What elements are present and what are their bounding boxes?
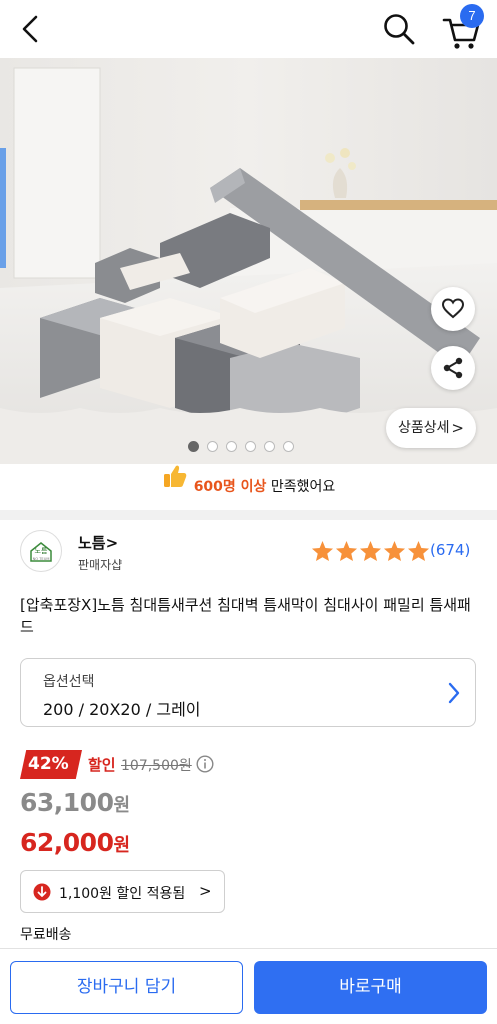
seller-type: 판매자샵 [78, 558, 123, 572]
product-image-carousel[interactable]: 상품상세 > [0, 58, 497, 464]
carousel-dot[interactable] [245, 441, 256, 452]
arrow-down-circle-icon [33, 883, 51, 901]
discount-label: 할인 [88, 756, 116, 774]
seller-logo-text: 노틈 [35, 547, 48, 555]
heart-icon [441, 298, 465, 319]
share-icon [443, 357, 463, 379]
seller-name-link[interactable]: 노틈> [78, 532, 118, 553]
seller-logo-subtext: NO TEUM [33, 557, 50, 561]
final-price-value: 62,000 [20, 828, 114, 857]
option-select[interactable]: 옵션선택 200 / 20X20 / 그레이 [20, 658, 476, 727]
share-button[interactable] [431, 346, 475, 390]
search-icon[interactable] [380, 10, 418, 48]
product-title: [압축포장X]노틈 침대틈새쿠션 침대벽 틈새막이 침대사이 패밀리 틈새패드 [20, 596, 471, 636]
sale-price-unit: 원 [113, 795, 130, 816]
add-to-cart-button[interactable]: 장바구니 담기 [10, 961, 243, 1014]
coupon-applied-button[interactable]: 1,100원 할인 적용됨 > [20, 870, 225, 913]
buy-now-button[interactable]: 바로구매 [254, 961, 487, 1014]
satisfaction-banner: 600명 이상 만족했어요 [0, 464, 497, 510]
shipping-info: 무료배송 [20, 927, 72, 943]
satisfaction-text: 만족했어요 [266, 479, 336, 495]
wishlist-heart-button[interactable] [431, 287, 475, 331]
star-icon [383, 540, 406, 562]
info-icon[interactable] [196, 755, 214, 773]
section-divider [0, 510, 497, 520]
satisfaction-highlight: 600명 이상 [193, 479, 267, 495]
product-detail-label: 상품상세 [398, 420, 450, 436]
carousel-dot[interactable] [283, 441, 294, 452]
discount-rate-badge: 42% [20, 750, 82, 779]
review-count[interactable]: (674) [430, 541, 470, 559]
cart-count-badge: 7 [460, 4, 484, 28]
seller-logo[interactable]: 노틈 NO TEUM [20, 530, 62, 572]
carousel-indicator [188, 441, 294, 453]
thumbs-up-icon [162, 462, 188, 508]
final-price: 62,000원 [20, 828, 130, 857]
product-photo [0, 58, 497, 464]
star-icon [311, 540, 334, 562]
star-icon [335, 540, 358, 562]
carousel-dot[interactable] [207, 441, 218, 452]
star-icon [359, 540, 382, 562]
bottom-action-bar: 장바구니 담기 바로구매 [0, 948, 497, 1024]
sale-price: 63,100원 [20, 788, 130, 817]
coupon-text: 1,100원 할인 적용됨 [59, 886, 186, 902]
top-app-bar: 7 [0, 0, 497, 58]
carousel-dot[interactable] [226, 441, 237, 452]
chevron-right-icon [448, 682, 460, 704]
sale-price-value: 63,100 [20, 788, 114, 817]
star-icon [407, 540, 430, 562]
final-price-unit: 원 [113, 835, 130, 856]
rating-stars[interactable] [311, 540, 430, 562]
option-label: 옵션선택 [43, 674, 95, 690]
chevron-right-icon: > [451, 419, 464, 437]
product-detail-button[interactable]: 상품상세 > [386, 408, 476, 448]
chevron-right-icon: > [199, 882, 212, 900]
option-value: 200 / 20X20 / 그레이 [43, 700, 201, 719]
carousel-dot[interactable] [264, 441, 275, 452]
original-price: 107,500원 [121, 758, 192, 774]
carousel-dot[interactable] [188, 441, 199, 452]
back-arrow-icon[interactable] [14, 12, 48, 46]
